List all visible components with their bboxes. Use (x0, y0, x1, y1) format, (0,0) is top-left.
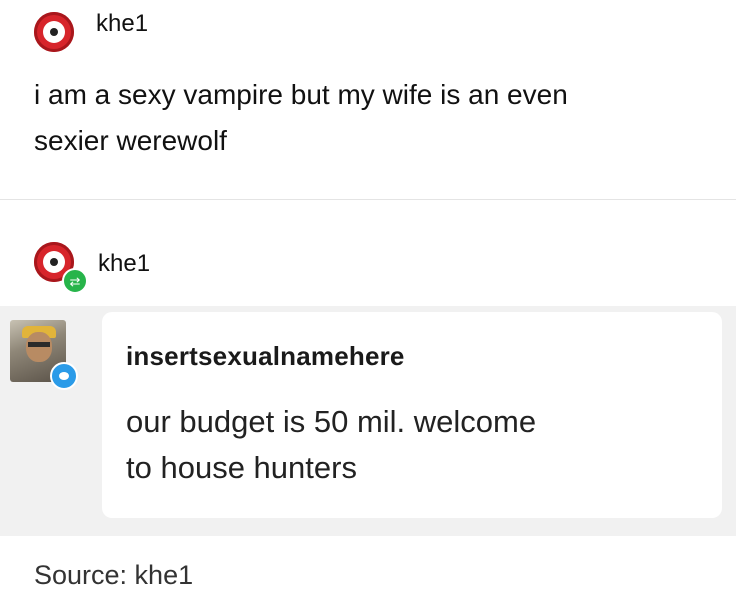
source-link[interactable]: Source: khe1 (34, 560, 193, 591)
reblog-username[interactable]: khe1 (98, 250, 150, 278)
original-post: khe1 i am a sexy vampire but my wife is … (0, 0, 736, 200)
post-text-line-2: sexier werewolf (34, 125, 227, 156)
post-text-line-1: i am a sexy vampire but my wife is an ev… (34, 79, 568, 110)
avatar[interactable] (34, 12, 74, 52)
reply-text-line-2: to house hunters (126, 450, 357, 485)
post-username[interactable]: khe1 (96, 10, 148, 38)
speech-bubble-icon (50, 362, 78, 390)
reply-text: our budget is 50 mil. welcome to house h… (126, 399, 686, 491)
reply-username[interactable]: insertsexualnamehere (126, 341, 405, 372)
reply-text-line-1: our budget is 50 mil. welcome (126, 404, 537, 439)
reblog-icon: ⇄ (62, 268, 88, 294)
divider (0, 199, 736, 200)
